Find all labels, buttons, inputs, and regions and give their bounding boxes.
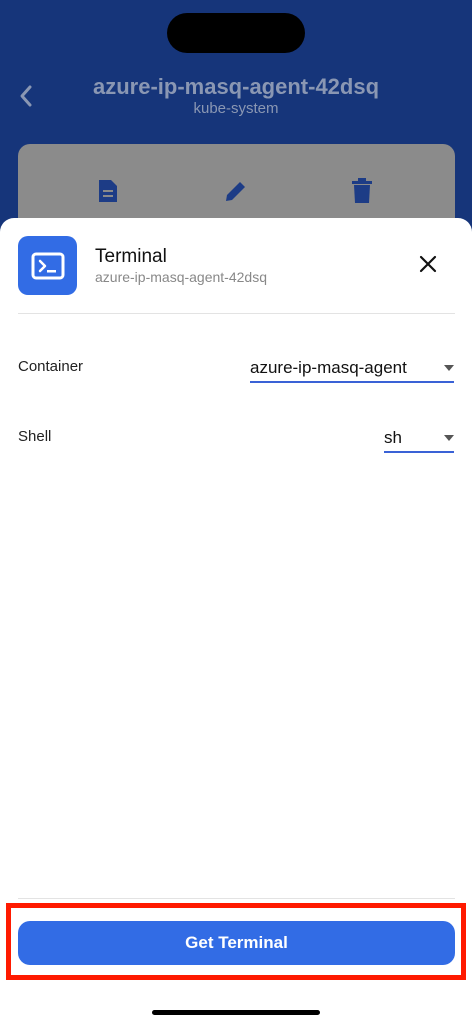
document-icon: [99, 180, 117, 202]
container-value: azure-ip-masq-agent: [250, 357, 407, 377]
get-terminal-button[interactable]: Get Terminal: [18, 921, 455, 965]
trash-icon: [352, 178, 372, 203]
close-button[interactable]: [412, 248, 444, 280]
sheet-title: Terminal: [95, 246, 167, 267]
dynamic-island: [167, 13, 305, 53]
terminal-icon: [18, 236, 77, 295]
container-select[interactable]: azure-ip-masq-agent: [250, 354, 454, 383]
shell-label: Shell: [18, 428, 52, 445]
sheet-subtitle: azure-ip-masq-agent-42dsq: [95, 269, 267, 285]
page-title: azure-ip-masq-agent-42dsq: [92, 74, 380, 99]
shell-select[interactable]: sh: [384, 424, 454, 453]
dropdown-caret-icon: [444, 434, 454, 441]
pencil-icon: [226, 182, 245, 201]
terminal-sheet: Terminal azure-ip-masq-agent-42dsq Conta…: [0, 218, 472, 1024]
divider: [18, 313, 455, 314]
yaml-action[interactable]: [88, 178, 128, 204]
edit-action[interactable]: [216, 178, 256, 204]
close-icon: [419, 255, 437, 273]
divider: [18, 898, 455, 899]
home-indicator: [152, 1010, 320, 1015]
shell-value: sh: [384, 427, 402, 447]
delete-action[interactable]: [342, 178, 382, 204]
dropdown-caret-icon: [444, 364, 454, 371]
page-subtitle: kube-system: [193, 100, 279, 117]
container-label: Container: [18, 358, 84, 375]
